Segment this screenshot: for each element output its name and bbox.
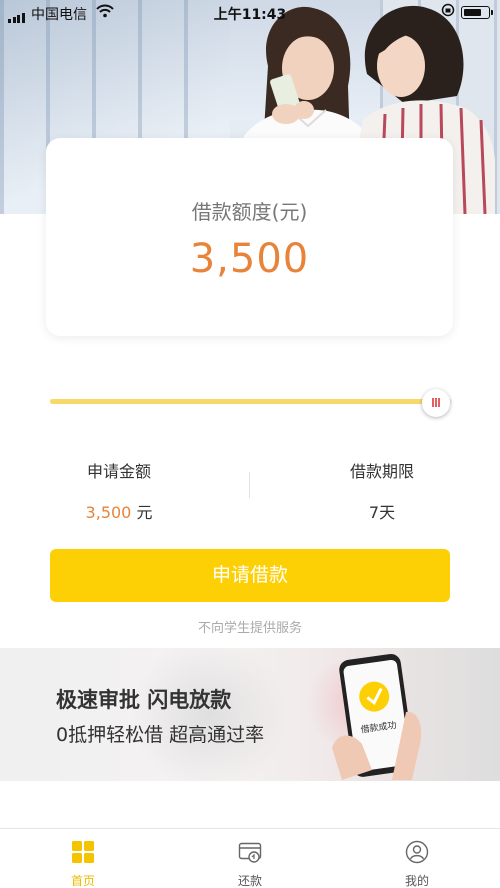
tab-home-label: 首页	[70, 874, 95, 888]
apply-amount-value: 3,500 元	[66, 499, 172, 523]
slider-thumb[interactable]	[421, 389, 450, 417]
loan-term-title: 借款期限	[349, 462, 414, 481]
loan-term-section[interactable]: 借款期限 7天	[329, 458, 435, 523]
info-divider	[249, 472, 250, 498]
banner-subline: 0抵押轻松借 超高通过率	[56, 724, 265, 746]
apply-amount-section: 申请金额 3,500 元	[66, 458, 172, 523]
battery-icon	[461, 6, 493, 19]
tab-bar: 首页 还款 我的	[0, 828, 500, 888]
slider-fill	[50, 399, 436, 404]
home-grid-icon	[72, 841, 94, 863]
tab-repay-label: 还款	[237, 874, 262, 888]
tab-profile[interactable]: 我的	[367, 829, 467, 888]
tab-home[interactable]: 首页	[33, 829, 133, 888]
loan-term-value: 7天	[368, 503, 396, 522]
status-time: 上午11:43	[213, 7, 287, 23]
banner-headline: 极速审批 闪电放款	[56, 688, 232, 712]
user-icon	[405, 840, 429, 864]
quota-card: 借款额度(元) 3,500	[46, 138, 453, 336]
amount-slider[interactable]	[50, 386, 452, 418]
promo-banner[interactable]: 极速审批 闪电放款 0抵押轻松借 超高通过率 借款成功	[0, 648, 500, 781]
tab-profile-label: 我的	[404, 874, 429, 888]
apply-amount-unit: 元	[131, 503, 153, 522]
orientation-lock-icon	[441, 3, 455, 20]
phone-success-illustration: 借款成功	[332, 653, 422, 780]
apply-amount-title: 申请金额	[86, 462, 151, 481]
repay-card-icon	[238, 842, 262, 863]
banner-background-blur	[120, 648, 300, 781]
apply-amount-number: 3,500	[85, 503, 132, 522]
quota-amount: 3,500	[189, 236, 310, 282]
status-bar: 中国电信 上午11:43	[0, 0, 500, 24]
quota-label: 借款额度(元)	[191, 200, 308, 224]
tab-repay[interactable]: 还款	[200, 829, 300, 888]
student-notice: 不向学生提供服务	[197, 621, 302, 636]
apply-loan-button[interactable]: 申请借款	[50, 549, 450, 602]
